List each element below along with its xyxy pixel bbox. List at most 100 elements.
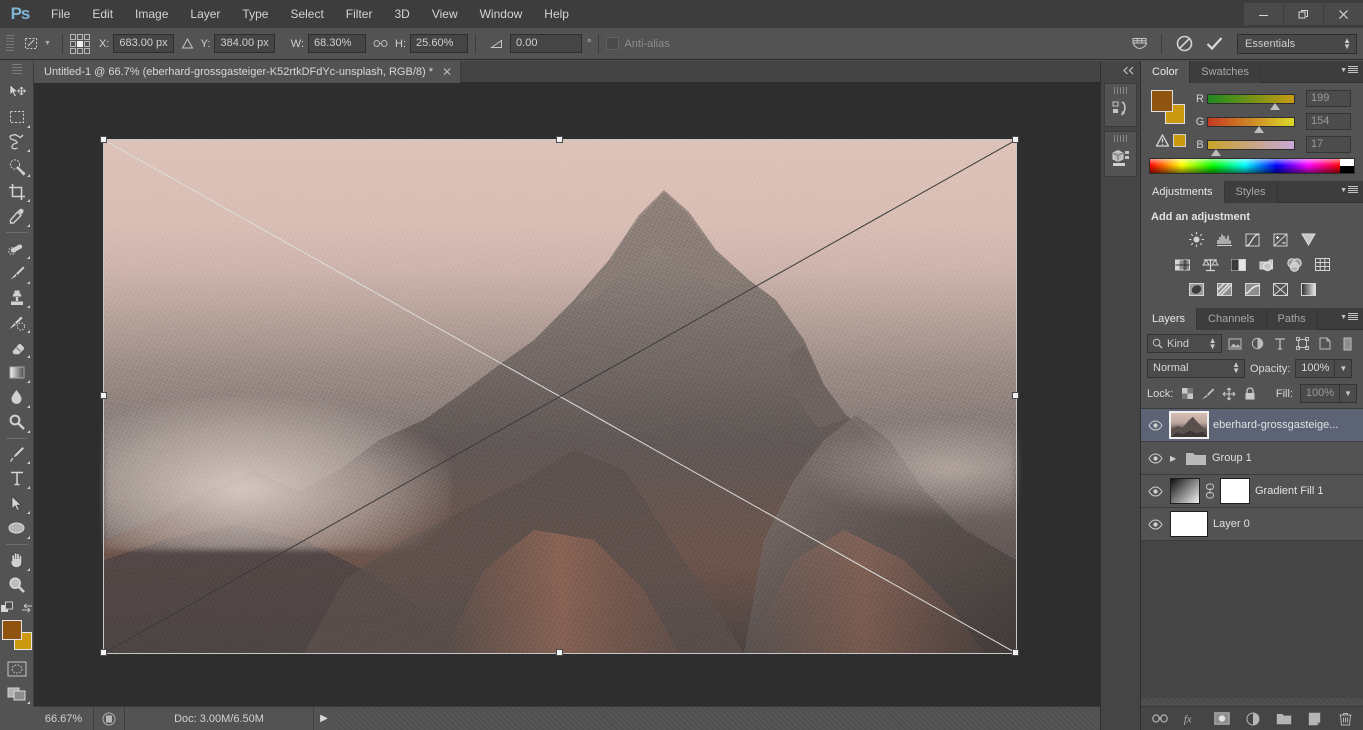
spectrum-white-black[interactable] — [1340, 159, 1354, 173]
refpoint-mr[interactable] — [84, 41, 90, 47]
spectrum-black[interactable] — [1340, 166, 1354, 173]
pen-tool[interactable] — [2, 442, 32, 467]
spectrum-hue-bar[interactable] — [1150, 159, 1340, 173]
document-tab[interactable]: Untitled-1 @ 66.7% (eberhard-grossgastei… — [34, 61, 461, 83]
move-tool[interactable] — [2, 80, 32, 105]
layer-row-image[interactable]: eberhard-grossgasteige... — [1141, 409, 1363, 442]
refpoint-tr[interactable] — [84, 34, 90, 40]
filter-toggle-icon[interactable] — [1338, 334, 1357, 353]
filter-pixel-icon[interactable] — [1226, 334, 1245, 353]
canvas-area[interactable] — [34, 83, 1100, 706]
channel-slider-b[interactable] — [1207, 140, 1295, 150]
hue-saturation-icon[interactable] — [1173, 256, 1192, 273]
channel-slider-g[interactable] — [1207, 117, 1295, 127]
crop-tool[interactable] — [2, 179, 32, 204]
channel-value-r[interactable]: 199 — [1306, 90, 1351, 107]
layer-visibility-toggle-gradient[interactable] — [1145, 486, 1165, 497]
channel-value-g[interactable]: 154 — [1306, 113, 1351, 130]
tab-styles[interactable]: Styles — [1225, 181, 1278, 203]
ellipse-tool[interactable] — [2, 516, 32, 541]
menu-view[interactable]: View — [421, 0, 469, 28]
filter-type-icon[interactable] — [1271, 334, 1290, 353]
quick-mask-button[interactable] — [2, 656, 32, 681]
history-brush-tool[interactable] — [2, 310, 32, 335]
antialias-checkbox[interactable] — [606, 37, 619, 50]
channel-slider-thumb-b[interactable] — [1211, 149, 1221, 156]
new-group-icon[interactable] — [1276, 711, 1292, 727]
height-input[interactable]: 25.60% — [410, 34, 468, 53]
layer-row-gradient-fill[interactable]: Gradient Fill 1 — [1141, 475, 1363, 508]
threshold-icon[interactable] — [1243, 281, 1262, 298]
tab-color[interactable]: Color — [1141, 61, 1190, 83]
panel-resize-grip[interactable] — [1141, 698, 1363, 706]
horizontal-type-tool[interactable] — [2, 466, 32, 491]
menu-type[interactable]: Type — [231, 0, 279, 28]
layer-thumbnail-layer0[interactable] — [1170, 511, 1208, 537]
out-of-gamut-warning-icon[interactable] — [1156, 134, 1169, 147]
workspace-selector[interactable]: Essentials ▲▼ — [1237, 34, 1357, 54]
quick-selection-tool[interactable] — [2, 154, 32, 179]
menu-edit[interactable]: Edit — [81, 0, 124, 28]
link-mask-icon[interactable] — [1205, 483, 1215, 499]
blend-mode-select[interactable]: Normal ▲▼ — [1147, 359, 1245, 378]
commit-transform-icon[interactable] — [1199, 32, 1229, 56]
gradient-tool[interactable] — [2, 360, 32, 385]
x-input[interactable]: 683.00 px — [113, 34, 173, 53]
angle-input[interactable]: 0.00 — [510, 34, 582, 53]
layer-visibility-toggle[interactable] — [1145, 420, 1165, 431]
image-canvas[interactable] — [104, 140, 1016, 653]
link-aspect-ratio-icon[interactable] — [373, 38, 388, 49]
menu-image[interactable]: Image — [124, 0, 179, 28]
tab-adjustments[interactable]: Adjustments — [1141, 181, 1225, 203]
curves-icon[interactable] — [1243, 231, 1262, 248]
layer-name-group[interactable]: Group 1 — [1212, 452, 1252, 464]
menu-help[interactable]: Help — [533, 0, 580, 28]
history-panel-icon-button[interactable] — [1104, 83, 1137, 127]
menu-layer[interactable]: Layer — [179, 0, 231, 28]
status-menu-arrow-icon[interactable]: ▶ — [314, 713, 334, 724]
levels-icon[interactable] — [1215, 231, 1234, 248]
refpoint-ml[interactable] — [70, 41, 76, 47]
lock-all-icon[interactable] — [1243, 387, 1257, 401]
group-expand-arrow-icon[interactable]: ▶ — [1170, 454, 1180, 463]
active-tool-icon[interactable] — [18, 32, 44, 56]
width-input[interactable]: 68.30% — [308, 34, 366, 53]
refpoint-center[interactable] — [77, 41, 83, 47]
expand-panels-button[interactable] — [1101, 61, 1140, 79]
channel-mixer-icon[interactable] — [1285, 256, 1304, 273]
photo-filter-icon[interactable] — [1257, 256, 1276, 273]
lock-transparent-pixels-icon[interactable] — [1180, 387, 1194, 401]
color-panel-foreground-swatch[interactable] — [1151, 90, 1173, 112]
y-input[interactable]: 384.00 px — [214, 34, 274, 53]
layer-thumbnail-gradient[interactable] — [1170, 478, 1200, 504]
tab-swatches[interactable]: Swatches — [1190, 61, 1261, 83]
refpoint-bl[interactable] — [70, 48, 76, 54]
color-panel-menu-button[interactable]: ▼ — [1340, 66, 1358, 74]
swap-colors-icon[interactable] — [20, 602, 34, 614]
fill-input[interactable]: 100% — [1300, 384, 1340, 403]
relative-positioning-icon[interactable] — [181, 37, 194, 50]
menu-window[interactable]: Window — [469, 0, 534, 28]
warp-toggle-icon[interactable] — [1124, 32, 1154, 56]
eraser-tool[interactable] — [2, 335, 32, 360]
filter-shape-icon[interactable] — [1293, 334, 1312, 353]
menu-file[interactable]: File — [40, 0, 81, 28]
brush-tool[interactable] — [2, 261, 32, 286]
layer-visibility-toggle-group[interactable] — [1145, 453, 1165, 464]
tab-layers[interactable]: Layers — [1141, 308, 1197, 330]
gamut-replacement-swatch[interactable] — [1173, 134, 1186, 147]
spectrum-white[interactable] — [1340, 159, 1354, 166]
layer-filter-kind-select[interactable]: Kind ▲▼ — [1147, 334, 1222, 353]
invert-icon[interactable] — [1187, 281, 1206, 298]
zoom-tool[interactable] — [2, 573, 32, 598]
filter-smart-object-icon[interactable] — [1316, 334, 1335, 353]
layer-name-image[interactable]: eberhard-grossgasteige... — [1213, 419, 1338, 431]
path-selection-tool[interactable] — [2, 491, 32, 516]
transform-handle-tc[interactable] — [556, 136, 563, 143]
layers-panel-menu-button[interactable]: ▼ — [1340, 313, 1358, 321]
posterize-icon[interactable] — [1215, 281, 1234, 298]
layer-row-layer0[interactable]: Layer 0 — [1141, 508, 1363, 541]
opacity-input[interactable]: 100% — [1295, 359, 1335, 378]
close-document-icon[interactable]: ✕ — [442, 65, 452, 79]
refpoint-br[interactable] — [84, 48, 90, 54]
